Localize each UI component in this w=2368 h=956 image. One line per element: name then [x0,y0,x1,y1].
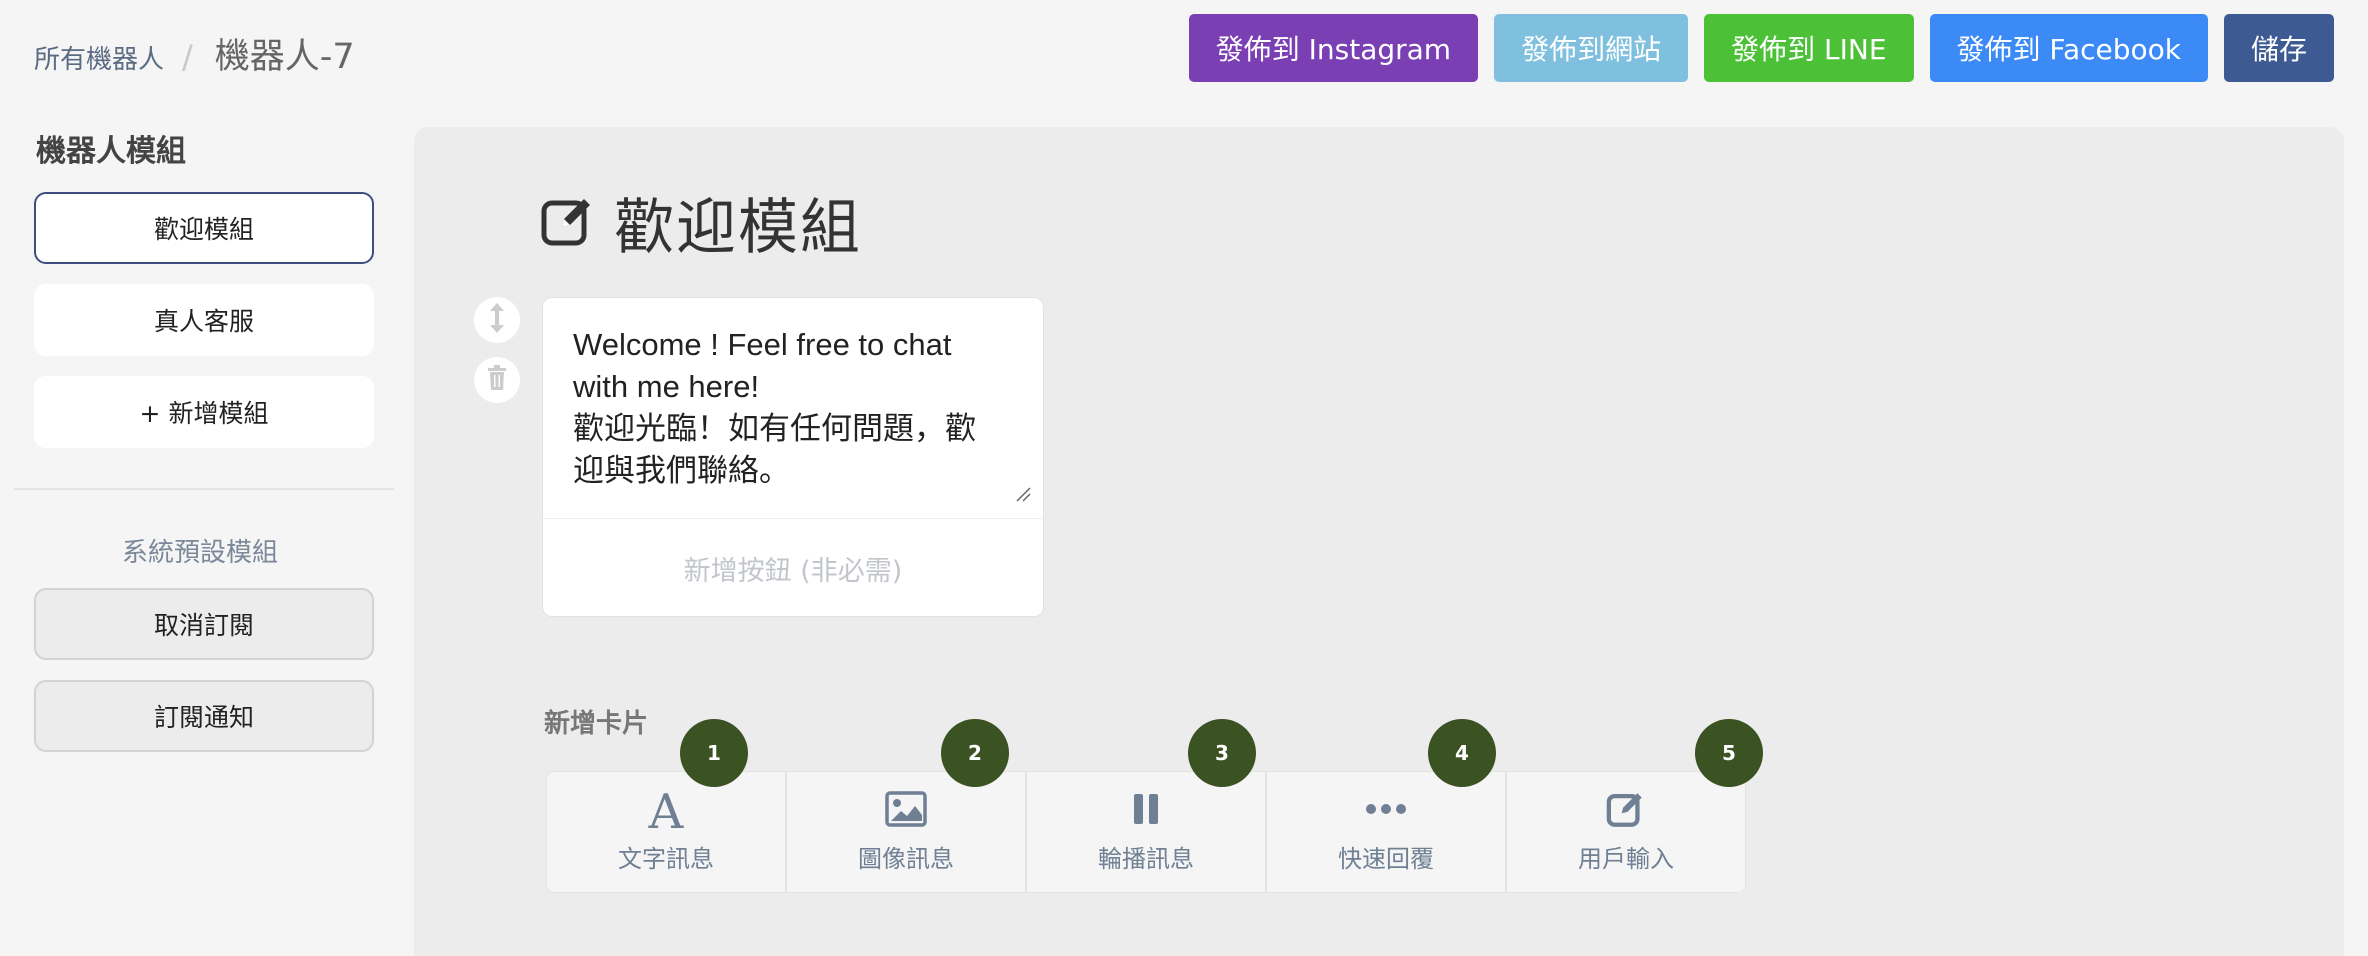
card-type-carousel-message[interactable]: 輪播訊息 [1026,771,1266,893]
card-message-textarea[interactable]: Welcome ! Feel free to chat with me here… [573,324,1013,492]
arrows-vertical-icon [486,301,508,339]
sidebar-heading: 機器人模組 [36,134,186,169]
card-type-quick-reply[interactable]: 快速回覆 [1266,771,1506,893]
card-type-image-message[interactable]: 圖像訊息 [786,771,1026,893]
top-actions: 發佈到 Instagram 發佈到網站 發佈到 LINE 發佈到 Faceboo… [1188,14,2334,82]
step-badge: 4 [1428,719,1496,787]
module-title-text: 歡迎模組 [614,193,862,263]
card-type-label: 文字訊息 [618,845,714,873]
card-type-label: 用戶輸入 [1578,845,1674,873]
card-type-text-message[interactable]: A 文字訊息 [546,771,786,893]
edit-icon [540,193,596,253]
module-title: 歡迎模組 [540,179,862,266]
step-badge: 1 [680,719,748,787]
carousel-icon [1132,785,1160,833]
main-panel: 歡迎模組 Welcome ! Feel free to chat with me… [414,127,2344,956]
step-badge: 5 [1695,719,1763,787]
ellipsis-icon [1365,785,1407,833]
sidebar-item-unsubscribe[interactable]: 取消訂閱 [34,588,374,660]
card-type-user-input[interactable]: 用戶輸入 [1506,771,1746,893]
card-type-label: 輪播訊息 [1098,845,1194,873]
svg-text:A: A [648,786,685,832]
text-message-card: Welcome ! Feel free to chat with me here… [542,297,1044,617]
publish-instagram-button[interactable]: 發佈到 Instagram [1188,14,1479,82]
delete-card-button[interactable] [474,357,520,403]
font-icon: A [646,785,686,833]
publish-facebook-button[interactable]: 發佈到 Facebook [1929,14,2208,82]
move-handle[interactable] [474,297,520,343]
image-icon [885,785,927,833]
trash-icon [486,365,508,395]
save-button[interactable]: 儲存 [2223,14,2334,82]
publish-line-button[interactable]: 發佈到 LINE [1704,14,1914,82]
publish-website-button[interactable]: 發佈到網站 [1494,14,1689,82]
card-type-label: 快速回覆 [1338,845,1434,873]
sidebar-divider [14,488,394,490]
sidebar-item-live-agent[interactable]: 真人客服 [34,284,374,356]
sidebar-item-subscribe-notify[interactable]: 訂閱通知 [34,680,374,752]
sidebar-item-add-module[interactable]: + 新增模組 [34,376,374,448]
edit-icon [1605,785,1647,833]
card-controls [474,297,520,417]
add-button-button[interactable]: 新增按鈕 (非必需) [543,518,1043,618]
sidebar-item-welcome-module[interactable]: 歡迎模組 [34,192,374,264]
card-type-label: 圖像訊息 [858,845,954,873]
card-type-picker: A 文字訊息 圖像訊息 輪播訊息 快速回覆 用戶輸入 [546,771,1746,893]
sidebar: 機器人模組 歡迎模組 真人客服 + 新增模組 系統預設模組 取消訂閱 訂閱通知 [0,0,400,956]
resize-grip-icon[interactable] [1015,486,1031,502]
add-card-label: 新增卡片 [544,709,649,739]
sidebar-system-heading: 系統預設模組 [121,538,278,568]
step-badge: 3 [1188,719,1256,787]
step-badge: 2 [941,719,1009,787]
